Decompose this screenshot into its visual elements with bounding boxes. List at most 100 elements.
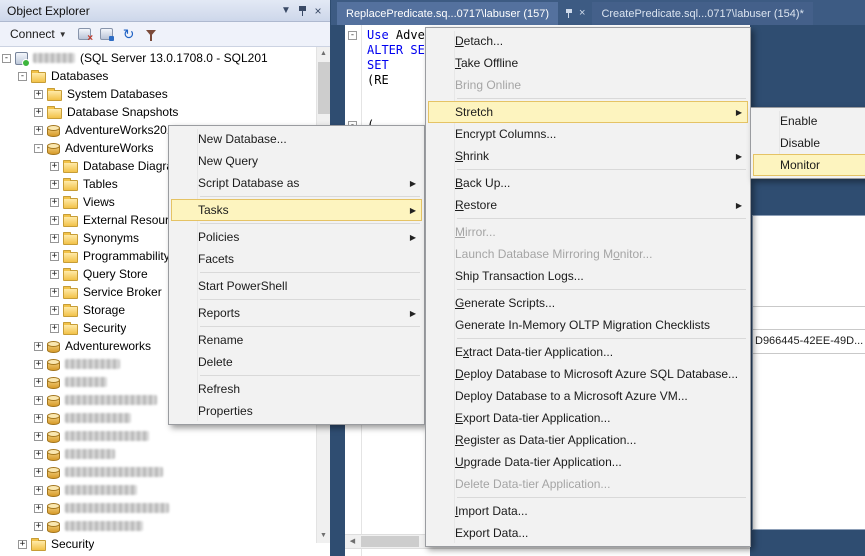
expand-icon[interactable]: + (34, 450, 43, 459)
menu-item-stretch[interactable]: Stretch▶ (428, 101, 748, 123)
menu-item-icon-gutter (428, 101, 455, 123)
menu-item-extract-data-tier-application[interactable]: Extract Data-tier Application... (428, 341, 748, 363)
menu-item-generate-scripts[interactable]: Generate Scripts... (428, 292, 748, 314)
expand-icon[interactable]: + (50, 180, 59, 189)
scrollbar-thumb[interactable] (318, 62, 330, 114)
expand-icon[interactable]: + (34, 468, 43, 477)
expand-icon[interactable]: + (50, 270, 59, 279)
close-icon[interactable]: × (579, 8, 585, 19)
menu-item-take-offline[interactable]: Take Offline (428, 52, 748, 74)
tree-item-redacted[interactable]: + (2, 499, 316, 517)
menu-item-facets[interactable]: Facets (171, 248, 422, 270)
stop-icon[interactable] (99, 26, 115, 42)
tree-item-system-databases[interactable]: +System Databases (2, 85, 316, 103)
scroll-down-icon[interactable]: ▼ (317, 529, 330, 543)
menu-item-disable[interactable]: Disable (753, 132, 865, 154)
fold-collapse-icon[interactable]: - (348, 31, 357, 40)
menu-item-start-powershell[interactable]: Start PowerShell (171, 275, 422, 297)
menu-item-register-as-data-tier-application[interactable]: Register as Data-tier Application... (428, 429, 748, 451)
expand-icon[interactable]: + (34, 522, 43, 531)
menu-item-rename[interactable]: Rename (171, 329, 422, 351)
tree-item-redacted[interactable]: + (2, 463, 316, 481)
scroll-up-icon[interactable]: ▲ (317, 47, 330, 61)
menu-item-icon-gutter (428, 385, 455, 407)
expand-icon[interactable]: + (34, 342, 43, 351)
expand-icon[interactable]: + (34, 360, 43, 369)
expand-icon[interactable]: + (34, 486, 43, 495)
menu-item-encrypt-columns[interactable]: Encrypt Columns... (428, 123, 748, 145)
expand-icon[interactable]: + (34, 414, 43, 423)
menu-item-generate-in-memory-oltp-migration-checklists[interactable]: Generate In-Memory OLTP Migration Checkl… (428, 314, 748, 336)
menu-item-export-data[interactable]: Export Data... (428, 522, 748, 544)
menu-item-import-data[interactable]: Import Data... (428, 500, 748, 522)
menu-item-ship-transaction-logs[interactable]: Ship Transaction Logs... (428, 265, 748, 287)
scrollbar-thumb[interactable] (361, 536, 419, 547)
expand-icon[interactable]: + (50, 198, 59, 207)
tree-item-redacted[interactable]: + (2, 445, 316, 463)
menu-item-upgrade-data-tier-application[interactable]: Upgrade Data-tier Application... (428, 451, 748, 473)
menu-item-icon-gutter (428, 341, 455, 363)
expand-icon[interactable]: + (34, 504, 43, 513)
menu-item-detach[interactable]: Detach... (428, 30, 748, 52)
menu-item-new-query[interactable]: New Query (171, 150, 422, 172)
disconnect-icon[interactable] (77, 26, 93, 42)
menu-item-bring-online[interactable]: Bring Online (428, 74, 748, 96)
expand-icon[interactable]: + (34, 108, 43, 117)
tree-item-sql-server-13-0-1708-0-sql201[interactable]: -(SQL Server 13.0.1708.0 - SQL201 (2, 49, 316, 67)
menu-item-icon-gutter (428, 314, 455, 336)
window-position-icon[interactable]: ▼ (278, 3, 294, 19)
menu-item-back-up[interactable]: Back Up... (428, 172, 748, 194)
close-icon[interactable]: × (310, 3, 326, 19)
expand-icon[interactable]: + (50, 162, 59, 171)
tree-item-databases[interactable]: -Databases (2, 67, 316, 85)
tree-item-redacted[interactable]: + (2, 517, 316, 535)
menu-item-reports[interactable]: Reports▶ (171, 302, 422, 324)
expand-icon[interactable]: + (50, 216, 59, 225)
menu-item-delete[interactable]: Delete (171, 351, 422, 373)
tree-item-redacted[interactable]: + (2, 427, 316, 445)
menu-item-delete-data-tier-application[interactable]: Delete Data-tier Application... (428, 473, 748, 495)
pin-icon[interactable] (565, 8, 573, 20)
collapse-icon[interactable]: - (34, 144, 43, 153)
menu-item-shrink[interactable]: Shrink▶ (428, 145, 748, 167)
expand-icon[interactable]: + (50, 324, 59, 333)
menu-item-refresh[interactable]: Refresh (171, 378, 422, 400)
collapse-icon[interactable]: - (2, 54, 11, 63)
pin-icon[interactable] (294, 3, 310, 19)
expand-icon[interactable]: + (18, 540, 27, 549)
expand-icon[interactable]: + (50, 306, 59, 315)
menu-item-policies[interactable]: Policies▶ (171, 226, 422, 248)
menu-item-deploy-database-to-a-microsoft-azure-vm[interactable]: Deploy Database to a Microsoft Azure VM.… (428, 385, 748, 407)
menu-item-enable[interactable]: Enable (753, 110, 865, 132)
menu-item-new-database[interactable]: New Database... (171, 128, 422, 150)
expand-icon[interactable]: + (50, 252, 59, 261)
menu-item-launch-database-mirroring-monitor[interactable]: Launch Database Mirroring Monitor... (428, 243, 748, 265)
scroll-left-icon[interactable]: ◀ (345, 535, 360, 548)
menu-item-tasks[interactable]: Tasks▶ (171, 199, 422, 221)
expand-icon[interactable]: + (34, 126, 43, 135)
menu-item-restore[interactable]: Restore▶ (428, 194, 748, 216)
expand-icon[interactable]: + (34, 396, 43, 405)
collapse-icon[interactable]: - (18, 72, 27, 81)
tab-label: CreatePredicate.sql...0717\labuser (154)… (601, 8, 803, 20)
menu-item-mirror[interactable]: Mirror... (428, 221, 748, 243)
menu-item-properties[interactable]: Properties (171, 400, 422, 422)
refresh-icon[interactable]: ↻ (121, 26, 137, 42)
filter-icon[interactable] (143, 26, 159, 42)
menu-item-monitor[interactable]: Monitor (753, 154, 865, 176)
expand-icon[interactable]: + (34, 90, 43, 99)
expand-icon[interactable]: + (50, 288, 59, 297)
tree-item-security[interactable]: +Security (2, 535, 316, 553)
document-tab-1[interactable]: ReplacePredicate.sq...0717\labuser (157) (337, 2, 558, 25)
menu-item-export-data-tier-application[interactable]: Export Data-tier Application... (428, 407, 748, 429)
menu-item-script-database-as[interactable]: Script Database as▶ (171, 172, 422, 194)
expand-icon[interactable]: + (34, 378, 43, 387)
tree-indent (2, 346, 34, 347)
expand-icon[interactable]: + (50, 234, 59, 243)
document-tab-2[interactable]: CreatePredicate.sql...0717\labuser (154)… (592, 2, 812, 25)
menu-item-deploy-database-to-microsoft-azure-sql-database[interactable]: Deploy Database to Microsoft Azure SQL D… (428, 363, 748, 385)
connect-button[interactable]: Connect ▼ (6, 25, 71, 43)
tree-item-redacted[interactable]: + (2, 481, 316, 499)
tree-item-database-snapshots[interactable]: +Database Snapshots (2, 103, 316, 121)
expand-icon[interactable]: + (34, 432, 43, 441)
